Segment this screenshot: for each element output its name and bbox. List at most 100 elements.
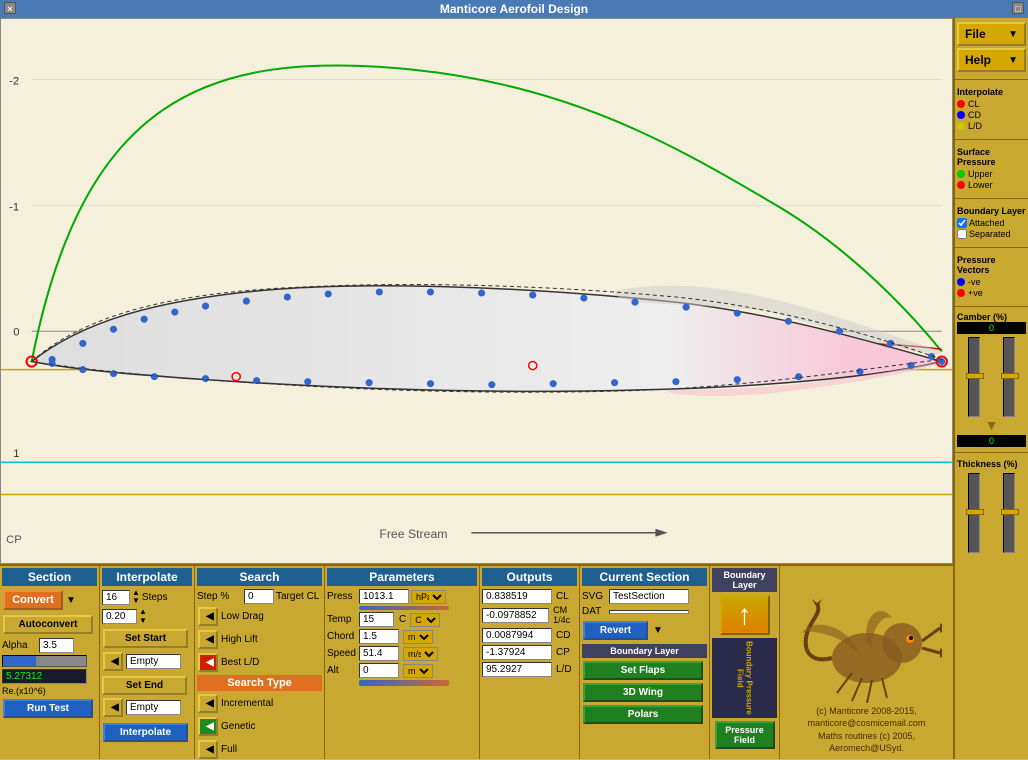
speed-unit-select[interactable]: m/s [403, 647, 438, 661]
graph-canvas[interactable]: -2 -1 0 1 CP [0, 18, 953, 564]
ld-dot [957, 122, 965, 130]
high-lift-label: High Lift [221, 634, 258, 645]
creature-image [792, 593, 942, 703]
arrow-incremental[interactable]: ◀ [198, 694, 218, 713]
revert-button[interactable]: Revert [583, 621, 648, 640]
run-test-button[interactable]: Run Test [3, 699, 93, 718]
file-menu[interactable]: File ▼ [957, 22, 1026, 46]
file-menu-label: File [965, 27, 986, 41]
svg-text:0: 0 [13, 326, 19, 338]
camber-slider-left[interactable] [968, 337, 980, 417]
copyright-label: (c) Manticore 2008-2015, [784, 705, 949, 718]
close-button[interactable]: × [4, 2, 16, 14]
cl-output-label: CL [556, 591, 569, 602]
3d-wing-button[interactable]: 3D Wing [583, 683, 703, 702]
pressure-vectors-label: Pressure Vectors [957, 255, 1026, 275]
speed-input[interactable] [359, 646, 399, 661]
cm-output: -0.0978852 [482, 608, 549, 623]
empty2-display: Empty [126, 700, 181, 715]
email-label: manticore@cosmicemail.com [784, 717, 949, 730]
arrow-left-button[interactable]: ◀ [103, 652, 123, 671]
pressure-field-label: Boundary Pressure Field [712, 638, 777, 718]
steps-label: Steps [142, 592, 168, 603]
steps-input[interactable] [102, 590, 130, 605]
boundary-layer-up-button[interactable]: ↑ [720, 595, 770, 635]
thickness-label: Thickness (%) [957, 459, 1018, 469]
alpha-input[interactable] [39, 638, 74, 653]
low-drag-label: Low Drag [221, 611, 264, 622]
svg-text:-1: -1 [9, 201, 19, 213]
interpolate-title: Interpolate [102, 568, 192, 586]
boundary-layer-legend-label: Boundary Layer [957, 206, 1026, 216]
alpha-label: Alpha [2, 640, 37, 651]
upper-dot [957, 170, 965, 178]
press-unit-select[interactable]: hPa [411, 590, 446, 604]
convert-dropdown-icon[interactable]: ▼ [66, 595, 76, 606]
revert-dropdown-icon[interactable]: ▼ [653, 625, 663, 636]
pos-ve-label: +ve [968, 288, 983, 298]
search-panel: Search Step % Target CL ◀ Low Drag ◀ Hig… [195, 566, 325, 759]
svg-label: SVG [582, 591, 607, 602]
dat-display [609, 610, 689, 614]
neg-ve-label: -ve [968, 277, 981, 287]
arrow-full[interactable]: ◀ [198, 740, 218, 759]
arrow-best-ld[interactable]: ◀ [198, 653, 218, 672]
arrow-high-lift[interactable]: ◀ [198, 630, 218, 649]
interpolate-button[interactable]: Interpolate [103, 723, 188, 742]
scroll-down-icon[interactable]: ▼ [957, 417, 1026, 433]
best-ld-label: Best L/D [221, 657, 259, 668]
camber-label: Camber (%) [957, 312, 1007, 322]
chord-input[interactable] [359, 629, 399, 644]
autoconvert-button[interactable]: Autoconvert [3, 615, 93, 634]
maximize-button[interactable]: □ [1012, 2, 1024, 14]
help-menu[interactable]: Help ▼ [957, 48, 1026, 72]
title-bar: × Manticore Aerofoil Design □ [0, 0, 1028, 18]
pressure-field-button[interactable]: Pressure Field [715, 721, 775, 749]
attached-checkbox[interactable] [957, 218, 967, 228]
up-arrow-icon: ↑ [738, 599, 752, 631]
chord-unit-select[interactable]: m. [403, 630, 433, 644]
parameters-title: Parameters [327, 568, 477, 586]
cp-output: -1.37924 [482, 645, 552, 660]
steps-spinner[interactable]: ▲ ▼ [132, 589, 140, 605]
convert-button[interactable]: Convert [3, 590, 63, 610]
cd-dot [957, 111, 965, 119]
menu-bar: File ▼ Help ▼ [955, 18, 1028, 76]
svg-text:Free Stream: Free Stream [379, 527, 447, 541]
step-pct-search-input[interactable] [244, 589, 274, 604]
polars-button[interactable]: Polars [583, 705, 703, 724]
re-display: 5.27312 [2, 669, 87, 684]
boundary-layer-legend: Boundary Layer Attached Separated [955, 202, 1028, 244]
temp-unit-select[interactable]: C [410, 613, 440, 627]
full-label: Full [221, 744, 237, 755]
arrow-genetic[interactable]: ◀ [198, 717, 218, 736]
arrow-left2-button[interactable]: ◀ [103, 698, 123, 717]
arrow-low-drag[interactable]: ◀ [198, 607, 218, 626]
thickness-slider-right[interactable] [1003, 473, 1015, 553]
empty1-display: Empty [126, 654, 181, 669]
section-title: Section [2, 568, 97, 586]
alt-input[interactable] [359, 663, 399, 678]
step-pct-spinner[interactable]: ▲ ▼ [139, 607, 147, 625]
pos-ve-dot [957, 289, 965, 297]
neg-ve-dot [957, 278, 965, 286]
svg-name-input[interactable] [609, 589, 689, 604]
camber-slider-right[interactable] [1003, 337, 1015, 417]
separated-checkbox[interactable] [957, 229, 967, 239]
boundary-layer-label: Boundary Layer [582, 644, 707, 658]
cd-legend-label: CD [968, 110, 981, 120]
thickness-slider-left[interactable] [968, 473, 980, 553]
ld-legend-label: L/D [968, 121, 982, 131]
set-flaps-button[interactable]: Set Flaps [583, 661, 703, 680]
help-menu-label: Help [965, 53, 991, 67]
interpolate-legend-label: Interpolate [957, 87, 1026, 97]
ld-output-label: L/D [556, 664, 572, 675]
svg-text:1: 1 [13, 448, 19, 460]
alt-unit-select[interactable]: m. [403, 664, 433, 678]
camber-value-display: 0 [957, 322, 1026, 334]
temp-input[interactable] [359, 612, 394, 627]
set-end-button[interactable]: Set End [102, 676, 187, 695]
press-input[interactable] [359, 589, 409, 604]
step-pct-input[interactable] [102, 609, 137, 624]
set-start-button[interactable]: Set Start [103, 629, 188, 648]
